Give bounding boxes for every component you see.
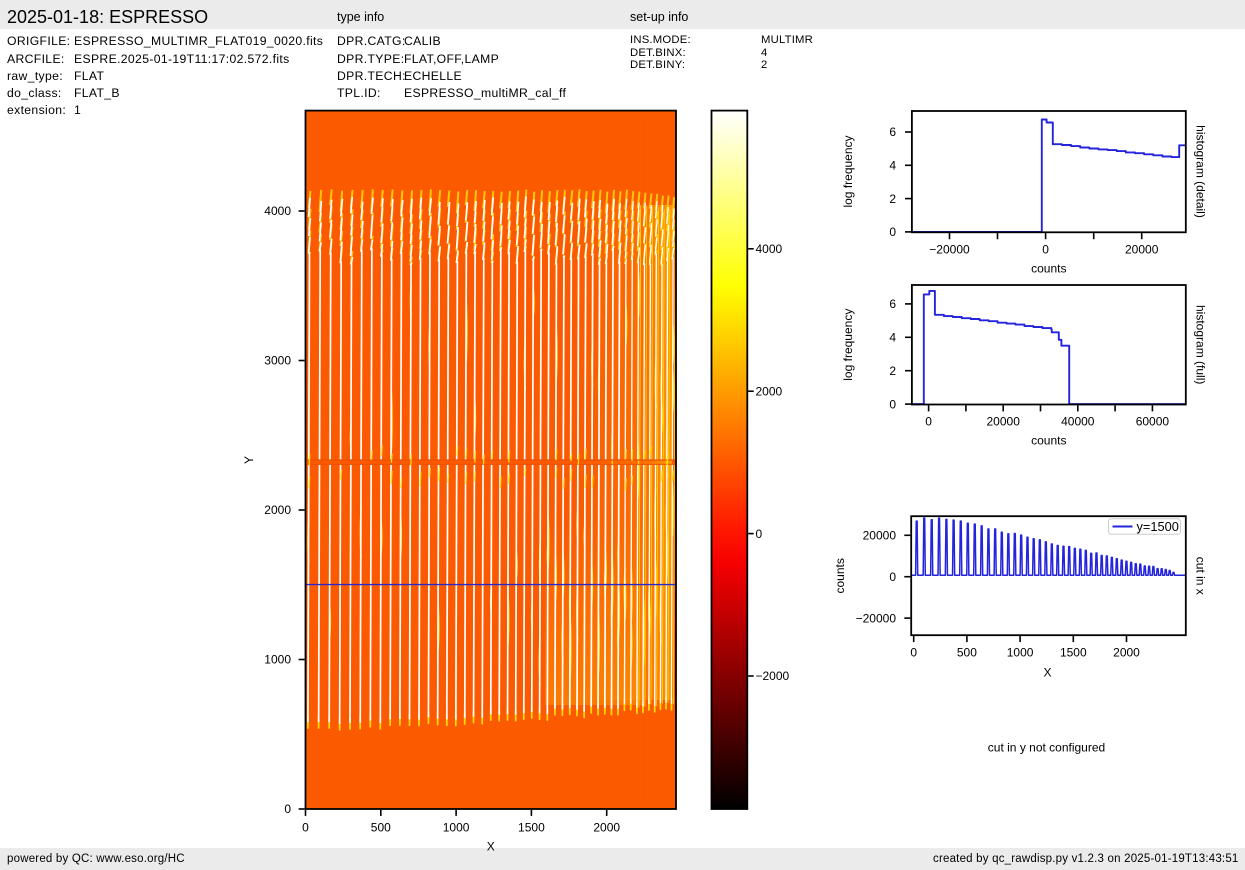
svg-text:log frequency: log frequency (841, 309, 855, 381)
svg-text:500: 500 (371, 821, 391, 835)
svg-text:0: 0 (756, 527, 763, 541)
svg-text:4: 4 (889, 159, 896, 173)
svg-text:log frequency: log frequency (841, 135, 855, 207)
svg-text:−20000: −20000 (929, 243, 970, 257)
svg-text:counts: counts (1031, 434, 1066, 448)
svg-text:2: 2 (889, 192, 896, 206)
svg-text:0: 0 (910, 646, 917, 660)
svg-text:0: 0 (925, 415, 932, 429)
svg-text:40000: 40000 (1061, 415, 1095, 429)
svg-text:60000: 60000 (1136, 415, 1170, 429)
svg-text:0: 0 (889, 225, 896, 239)
svg-text:1000: 1000 (1007, 646, 1034, 660)
svg-text:counts: counts (833, 558, 847, 593)
svg-text:3000: 3000 (264, 354, 291, 368)
svg-text:0: 0 (302, 821, 309, 835)
svg-text:2000: 2000 (264, 503, 291, 517)
svg-text:X: X (487, 840, 495, 854)
svg-text:20000: 20000 (987, 415, 1021, 429)
svg-text:1000: 1000 (443, 821, 470, 835)
svg-text:4000: 4000 (264, 204, 291, 218)
svg-text:histogram (detail): histogram (detail) (1194, 125, 1208, 218)
svg-text:0: 0 (1042, 243, 1049, 257)
svg-text:6: 6 (889, 125, 896, 139)
svg-text:−2000: −2000 (756, 669, 790, 683)
svg-text:histogram (full): histogram (full) (1194, 305, 1208, 384)
svg-text:0: 0 (284, 802, 291, 816)
svg-text:20000: 20000 (863, 529, 897, 543)
svg-text:20000: 20000 (1125, 243, 1159, 257)
svg-text:1500: 1500 (1060, 646, 1087, 660)
svg-text:Y: Y (242, 456, 256, 464)
svg-text:counts: counts (1031, 262, 1066, 276)
svg-text:2000: 2000 (1113, 646, 1140, 660)
svg-text:y=1500: y=1500 (1137, 519, 1179, 534)
svg-text:1000: 1000 (264, 653, 291, 667)
svg-text:−20000: −20000 (856, 611, 897, 625)
svg-text:0: 0 (889, 570, 896, 584)
svg-text:4000: 4000 (756, 242, 783, 256)
svg-text:2000: 2000 (593, 821, 620, 835)
svg-text:2000: 2000 (756, 384, 783, 398)
svg-text:1500: 1500 (518, 821, 545, 835)
svg-text:6: 6 (889, 297, 896, 311)
svg-text:500: 500 (957, 646, 977, 660)
svg-text:0: 0 (889, 397, 896, 411)
svg-text:cut in y not configured: cut in y not configured (988, 740, 1105, 754)
svg-text:cut in x: cut in x (1194, 557, 1208, 595)
svg-text:X: X (1043, 666, 1051, 680)
svg-text:2: 2 (889, 364, 896, 378)
svg-text:4: 4 (889, 331, 896, 345)
